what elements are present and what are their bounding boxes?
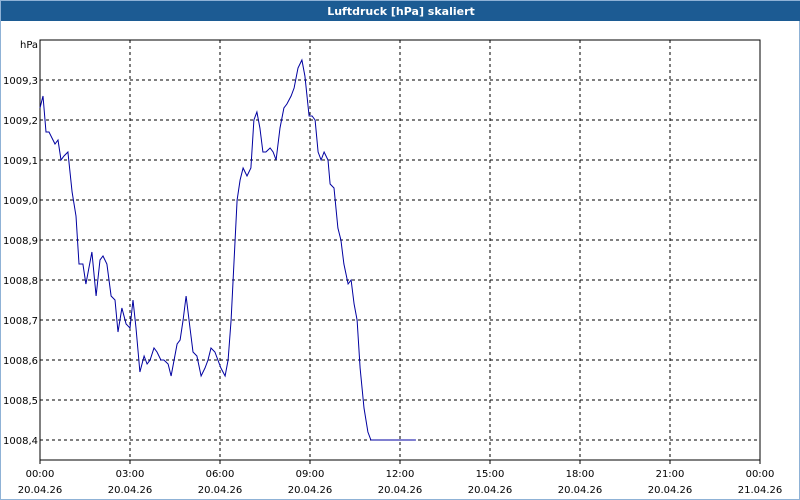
x-tick-date-label: 20.04.26: [18, 485, 63, 496]
x-tick-time-label: 18:00: [566, 469, 595, 480]
y-tick-label: 1008,6: [3, 356, 38, 367]
y-tick-label: 1009,3: [3, 76, 38, 87]
x-axis: 00:00 20.04.26 03:00 20.04.26 06:00 20.04.26 0…: [18, 460, 783, 496]
series-group: [39, 58, 416, 441]
x-tick-date-label: 20.04.26: [108, 485, 153, 496]
x-tick-date-label: 20.04.26: [198, 485, 243, 496]
y-tick-label: 1008,7: [3, 316, 38, 327]
y-tick-label: 1008,4: [3, 436, 38, 447]
x-tick-date-label: 20.04.26: [288, 485, 333, 496]
grid-lines: [40, 40, 760, 460]
x-tick-time-label: 21:00: [656, 469, 685, 480]
x-tick-time-label: 00:00: [746, 469, 775, 480]
x-tick-date-label: 20.04.26: [378, 485, 423, 496]
x-tick-time-label: 03:00: [116, 469, 145, 480]
x-tick-time-label: 00:00: [26, 469, 55, 480]
x-tick-time-label: 15:00: [476, 469, 505, 480]
y-tick-label: 1009,0: [3, 196, 38, 207]
x-tick-time-label: 12:00: [386, 469, 415, 480]
x-tick-time-label: 06:00: [206, 469, 235, 480]
series-line-luftdruck: [39, 58, 416, 441]
y-axis-unit-label: hPa: [20, 40, 38, 51]
y-tick-label: 1008,9: [3, 236, 38, 247]
x-tick-date-label: 20.04.26: [648, 485, 693, 496]
x-tick-date-label: 20.04.26: [468, 485, 513, 496]
x-tick-date-label: 20.04.26: [558, 485, 603, 496]
y-axis: 1009,3 1009,2 1009,1 1009,0 1008,9 1008,8 1008…: [3, 76, 38, 447]
y-tick-label: 1009,1: [3, 156, 38, 167]
x-tick-time-label: 09:00: [296, 469, 325, 480]
chart-svg: 1009,3 1009,2 1009,1 1009,0 1008,9 1008,8 1008…: [3, 39, 783, 496]
y-tick-label: 1008,5: [3, 396, 38, 407]
y-tick-label: 1008,8: [3, 276, 38, 287]
y-tick-label: 1009,2: [3, 116, 38, 127]
x-tick-date-label: 21.04.26: [738, 485, 783, 496]
